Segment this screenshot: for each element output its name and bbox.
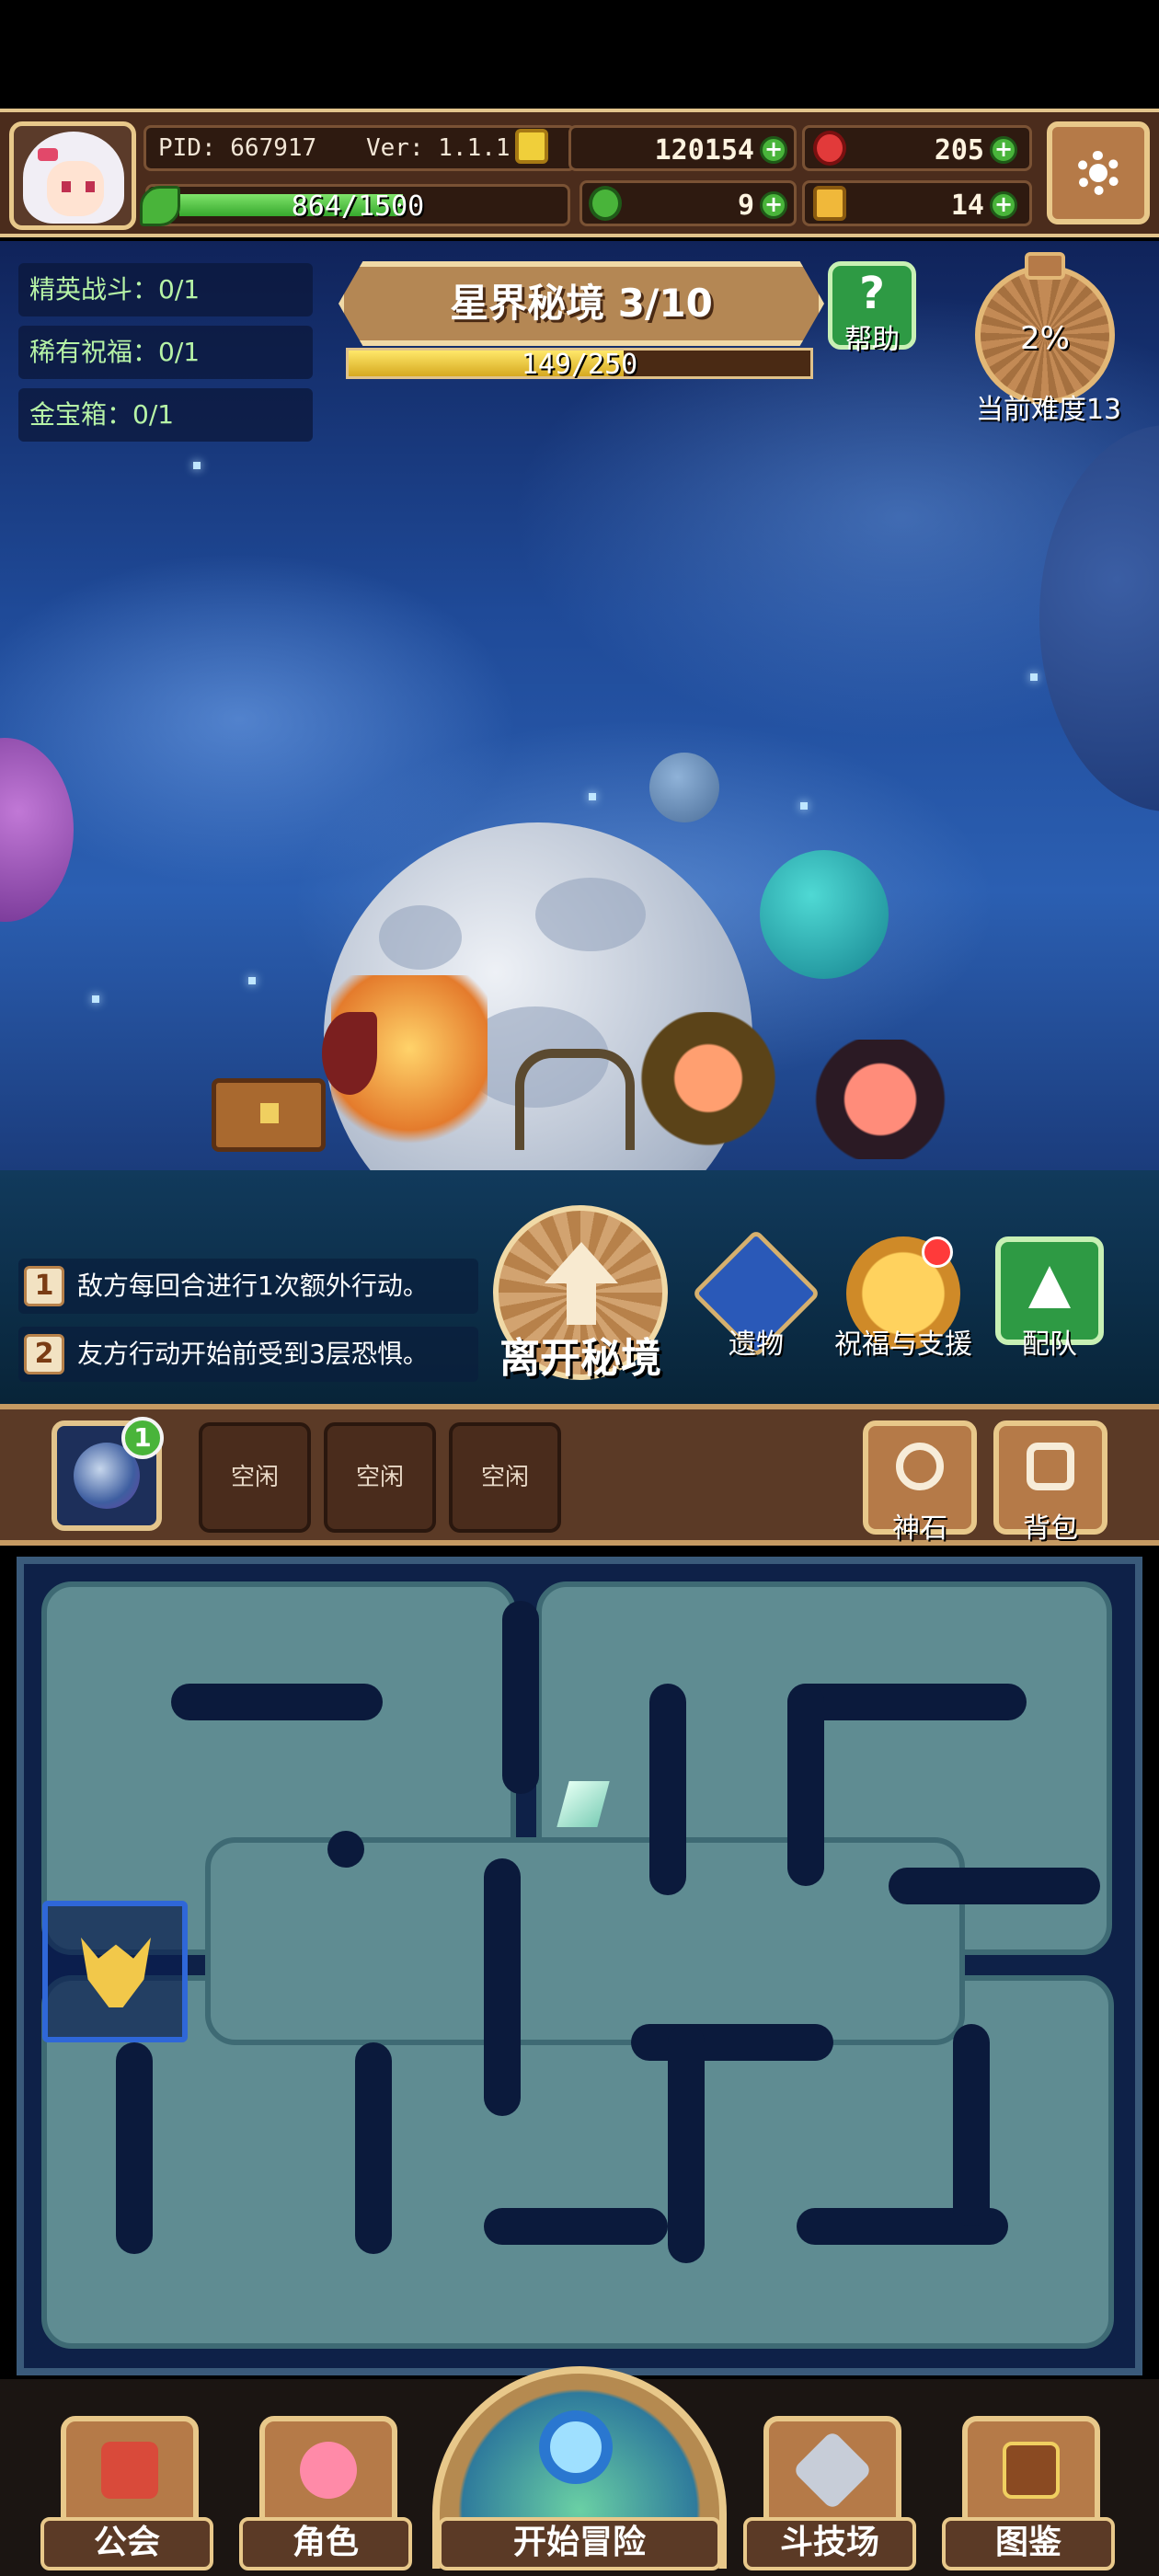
slots-bar: [0, 1404, 1159, 1546]
rule-number: 2: [24, 1334, 64, 1374]
status-bar: [0, 0, 1159, 109]
gem-value: 205: [934, 134, 984, 167]
energy-leaf-icon: [140, 186, 180, 226]
godstone-label: 神石: [892, 1512, 947, 1545]
book-icon: [1003, 2442, 1060, 2499]
hero-hooded: [635, 1012, 782, 1159]
player-id: PID: 667917: [158, 134, 317, 162]
add-gem-button[interactable]: +: [990, 136, 1017, 164]
player-position-cell[interactable]: [42, 1901, 188, 2042]
player-avatar[interactable]: [9, 121, 136, 230]
backpack-icon: [1027, 1443, 1074, 1490]
rule-text: 友方行动开始前受到3层恐惧。: [77, 1339, 429, 1369]
empty-slot[interactable]: 空闲: [199, 1422, 311, 1533]
nav-character-label: 角色: [239, 2517, 412, 2570]
empty-slot[interactable]: 空闲: [324, 1422, 436, 1533]
hero-red-hair: [806, 1040, 971, 1159]
godstone-icon: [896, 1443, 944, 1490]
orb-count-badge: 1: [121, 1417, 164, 1459]
backpack-label: 背包: [1023, 1512, 1078, 1545]
character-icon: [300, 2442, 357, 2499]
crossed-swords-icon: [792, 2430, 873, 2511]
treasure-chest: [212, 1078, 326, 1152]
difficulty-cap: [1025, 252, 1065, 280]
nav-codex-label: 图鉴: [942, 2517, 1115, 2570]
stage-plate: 星界秘境 3/10: [339, 261, 824, 346]
gold-coin-icon: [515, 129, 548, 164]
stage-progress-text: 149/250: [521, 349, 638, 381]
key-icon: [813, 186, 846, 221]
hero-fire-angel: [322, 975, 488, 1159]
blessing-label: 祝福与支援: [834, 1328, 972, 1361]
version-text: Ver: 1.1.1.8: [366, 134, 539, 162]
leave-realm-label: 离开秘境: [499, 1335, 661, 1382]
magnifier-icon: [539, 2410, 613, 2484]
nav-arena-label: 斗技场: [743, 2517, 916, 2570]
difficulty-percent: 2%: [1020, 320, 1070, 357]
notification-dot: [922, 1236, 953, 1268]
difficulty-label: 当前难度13: [975, 394, 1122, 426]
purple-planet: [0, 738, 74, 922]
add-clover-button[interactable]: +: [760, 191, 787, 219]
add-key-button[interactable]: +: [990, 191, 1017, 219]
stage-progress-bar: 149/250: [346, 348, 813, 381]
cart-prop: [515, 1049, 635, 1150]
ruby-icon: [813, 131, 846, 166]
rule-text: 敌方每回合进行1次额外行动。: [77, 1271, 429, 1301]
planet-edge: [1039, 425, 1159, 811]
clover-icon: [589, 186, 622, 221]
energy-text: 864/1500: [291, 190, 425, 223]
settings-button[interactable]: [1047, 121, 1150, 224]
guild-building-icon: [101, 2442, 158, 2499]
quest-rare-blessing: 稀有祝福：0/1: [18, 326, 313, 379]
team-label: 配队: [1022, 1328, 1077, 1361]
small-planet: [649, 753, 719, 822]
rule-number: 1: [24, 1266, 64, 1306]
energy-bar: 864/1500: [145, 184, 570, 226]
stage-title: 星界秘境 3/10: [450, 281, 713, 326]
clover-value: 9: [737, 190, 754, 222]
maze-paths: [24, 1564, 1135, 2368]
rule-1: 1 敌方每回合进行1次额外行动。: [18, 1259, 478, 1314]
help-label: 帮助: [844, 324, 900, 356]
gold-value: 120154: [654, 134, 754, 167]
add-gold-button[interactable]: +: [760, 136, 787, 164]
up-arrow-icon: [545, 1242, 618, 1325]
teal-planet: [760, 850, 889, 979]
nav-guild-label: 公会: [40, 2517, 213, 2570]
empty-slot[interactable]: 空闲: [449, 1422, 561, 1533]
key-value: 14: [950, 190, 984, 222]
question-icon: ?: [859, 268, 885, 319]
relic-label: 遗物: [729, 1328, 784, 1361]
nav-start-label: 开始冒险: [438, 2517, 721, 2570]
rule-2: 2 友方行动开始前受到3层恐惧。: [18, 1327, 478, 1382]
helmet-icon: [81, 1938, 151, 2007]
quest-elite: 精英战斗：0/1: [18, 263, 313, 316]
resource-header: PID: 667917 Ver: 1.1.1.8 120154 + 205 + …: [0, 109, 1159, 237]
quest-gold-chest: 金宝箱：0/1: [18, 388, 313, 442]
